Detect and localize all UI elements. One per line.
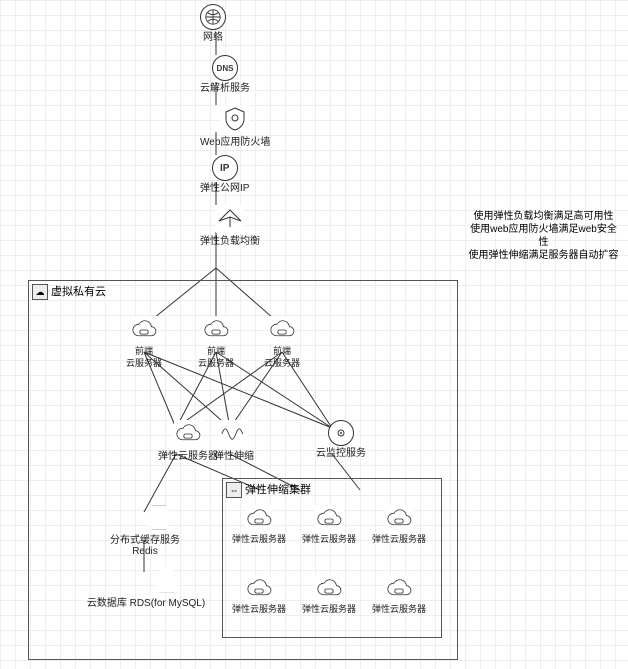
as-server-4: 弹性云服务器: [302, 575, 356, 615]
cloud-icon: [174, 420, 202, 448]
as-group-icon: ⇔: [226, 482, 242, 498]
frontend-node-0: 前端 云服务器: [126, 316, 162, 369]
vpc-icon: ☁: [32, 284, 48, 300]
as-node: 弹性伸缩: [214, 420, 254, 462]
rds-label: 云数据库 RDS(for MySQL): [86, 598, 206, 609]
frontend-line2-0: 云服务器: [126, 359, 162, 369]
as-label: 弹性伸缩: [214, 451, 254, 462]
as-server-label-2: 弹性云服务器: [372, 535, 426, 545]
dns-label: 云解析服务: [200, 83, 250, 94]
mysql-icon: [153, 565, 181, 593]
load-balancer-icon: [216, 205, 244, 233]
ecs-label: 弹性云服务器: [158, 451, 218, 462]
shield-icon: [221, 105, 249, 133]
frontend-line2-1: 云服务器: [198, 359, 234, 369]
as-server-label-0: 弹性云服务器: [232, 535, 286, 545]
notes-block: 使用弹性负载均衡满足高可用性 使用web应用防火墙满足web安全性 使用弹性伸缩…: [466, 210, 621, 262]
frontend-node-2: 前端 云服务器: [264, 316, 300, 369]
dns-icon: DNS: [212, 55, 238, 81]
network-label: 网络: [200, 32, 226, 43]
as-server-label-3: 弹性云服务器: [232, 605, 286, 615]
waf-node: Web应用防火墙: [200, 105, 270, 148]
network-node: 网络: [200, 4, 226, 43]
note-line-2: 使用弹性伸缩满足服务器自动扩容: [466, 249, 621, 262]
as-server-label-4: 弹性云服务器: [302, 605, 356, 615]
cloud-icon: [268, 316, 296, 344]
redis-node: 分布式缓存服务Redis: [128, 505, 190, 557]
cloud-icon: [245, 575, 273, 603]
cloud-icon: [385, 505, 413, 533]
ecs-node: 弹性云服务器: [158, 420, 218, 462]
cloud-icon: [245, 505, 273, 533]
as-server-1: 弹性云服务器: [302, 505, 356, 545]
cloud-icon: [130, 316, 158, 344]
as-server-0: 弹性云服务器: [232, 505, 286, 545]
as-server-3: 弹性云服务器: [232, 575, 286, 615]
ces-node: 云监控服务: [316, 420, 366, 459]
vpc-title: 虚拟私有云: [51, 283, 106, 299]
as-server-2: 弹性云服务器: [372, 505, 426, 545]
frontend-line2-2: 云服务器: [264, 359, 300, 369]
as-server-label-1: 弹性云服务器: [302, 535, 356, 545]
note-line-1: 使用web应用防火墙满足web安全性: [466, 223, 621, 249]
ip-icon: IP: [212, 155, 238, 181]
redis-icon: [145, 505, 173, 530]
globe-icon: [200, 4, 226, 30]
redis-label: 分布式缓存服务Redis: [100, 535, 190, 557]
frontend-node-1: 前端 云服务器: [198, 316, 234, 369]
cloud-icon: [315, 505, 343, 533]
frontend-line1-2: 前端: [264, 347, 300, 357]
elb-node: 弹性负载均衡: [200, 205, 260, 247]
monitoring-icon: [328, 420, 354, 446]
dns-node: DNS 云解析服务: [200, 55, 250, 94]
cloud-icon: [315, 575, 343, 603]
frontend-line1-1: 前端: [198, 347, 234, 357]
auto-scaling-icon: [220, 420, 248, 448]
cloud-icon: [202, 316, 230, 344]
as-server-5: 弹性云服务器: [372, 575, 426, 615]
eip-node: IP 弹性公网IP: [200, 155, 249, 194]
frontend-line1-0: 前端: [126, 347, 162, 357]
note-line-0: 使用弹性负载均衡满足高可用性: [466, 210, 621, 223]
cloud-icon: [385, 575, 413, 603]
eip-label: 弹性公网IP: [200, 183, 249, 194]
rds-node: 云数据库 RDS(for MySQL): [128, 565, 206, 609]
elb-label: 弹性负载均衡: [200, 236, 260, 247]
as-server-label-5: 弹性云服务器: [372, 605, 426, 615]
ces-label: 云监控服务: [316, 448, 366, 459]
as-group-title: 弹性伸缩集群: [245, 481, 311, 497]
waf-label: Web应用防火墙: [200, 137, 270, 148]
